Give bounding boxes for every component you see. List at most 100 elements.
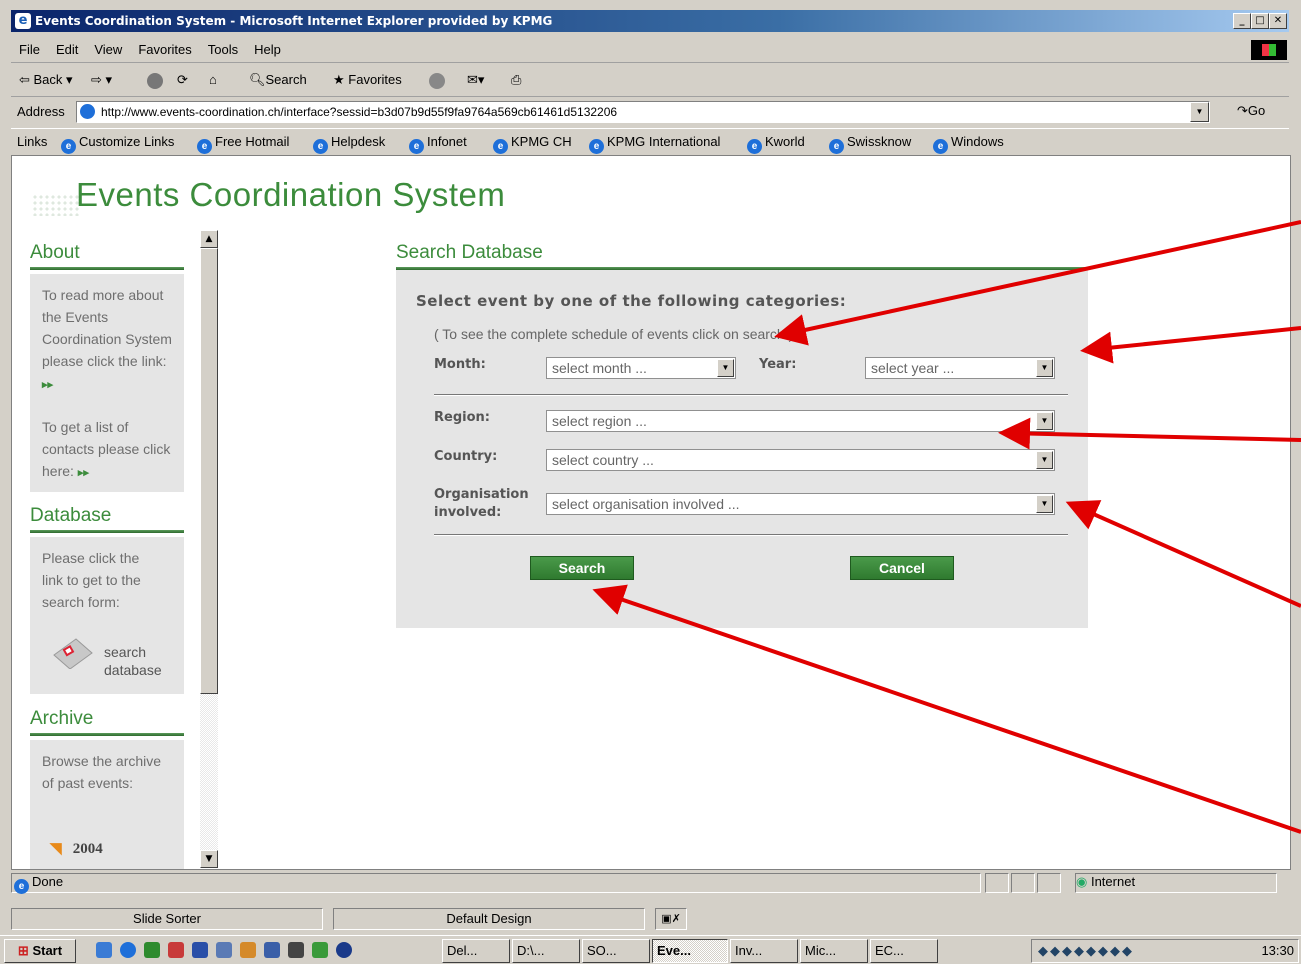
info-icon[interactable]: [336, 942, 352, 958]
menu-bar: File Edit View Favorites Tools Help: [11, 38, 1289, 63]
archive-text: Browse the archive of past events:: [42, 753, 162, 791]
search-files-icon[interactable]: [264, 942, 280, 958]
cancel-button[interactable]: Cancel: [850, 556, 954, 580]
link-customize-links[interactable]: e Customize Links: [61, 134, 174, 154]
status-cell: [1011, 873, 1035, 893]
task-ec[interactable]: EC...: [870, 939, 938, 963]
month-select[interactable]: select month ... ▼: [546, 357, 736, 379]
history-icon[interactable]: [429, 72, 448, 89]
ie-icon[interactable]: [120, 942, 136, 958]
menu-view[interactable]: View: [86, 38, 130, 62]
organisation-select[interactable]: select organisation involved ... ▼: [546, 493, 1055, 515]
refresh-icon[interactable]: ⟳: [177, 72, 188, 88]
forward-button[interactable]: ⇨ ▾: [91, 72, 112, 88]
link-kpmg-international[interactable]: e KPMG International: [589, 134, 720, 154]
address-dropdown-button[interactable]: ▼: [1190, 102, 1209, 122]
task-events[interactable]: Eve...: [652, 939, 728, 963]
spelling-icon[interactable]: ▣✗: [655, 908, 687, 930]
search-icon: 🔍︎: [249, 72, 266, 87]
archive-year-link[interactable]: ◥ 2004: [50, 838, 103, 860]
search-database-link[interactable]: search database: [104, 643, 162, 679]
menu-help[interactable]: Help: [246, 38, 289, 62]
task-del[interactable]: Del...: [442, 939, 510, 963]
close-button[interactable]: ✕: [1269, 13, 1287, 29]
country-select[interactable]: select country ... ▼: [546, 449, 1055, 471]
contacts-link-arrow-icon[interactable]: ▸▸: [78, 467, 89, 479]
database-box: Please click the link to get to the sear…: [30, 537, 184, 694]
tray-icons[interactable]: ◆◆◆◆◆◆◆◆: [1038, 943, 1134, 959]
word-icon[interactable]: [192, 942, 208, 958]
search-button[interactable]: Search: [530, 556, 634, 580]
home-icon[interactable]: ⌂: [209, 72, 217, 87]
stop-icon[interactable]: [147, 72, 166, 89]
link-helpdesk[interactable]: e Helpdesk: [313, 134, 385, 154]
maximize-button[interactable]: □: [1251, 13, 1269, 29]
status-text: Done: [32, 874, 64, 889]
scroll-up-button[interactable]: ▲: [200, 230, 218, 248]
clock-icon[interactable]: [312, 942, 328, 958]
minimize-button[interactable]: _: [1233, 13, 1251, 29]
database-rule: [30, 530, 184, 533]
clock: 13:30: [1261, 943, 1294, 958]
start-button[interactable]: ⊞ Start: [4, 939, 76, 963]
desktop-icon[interactable]: [96, 942, 112, 958]
address-url: http://www.events-coordination.ch/interf…: [101, 105, 618, 119]
ie-page-icon: e: [933, 139, 948, 154]
scroll-thumb[interactable]: [200, 248, 218, 694]
link-free-hotmail[interactable]: e Free Hotmail: [197, 134, 289, 154]
lock-icon[interactable]: [288, 942, 304, 958]
link-swissknow[interactable]: e Swissknow: [829, 134, 911, 154]
task-inv[interactable]: Inv...: [730, 939, 798, 963]
link-infonet[interactable]: e Infonet: [409, 134, 467, 154]
link-kpmg-ch[interactable]: e KPMG CH: [493, 134, 572, 154]
address-label: Address: [17, 104, 65, 119]
about-title: About: [30, 242, 80, 263]
calculator-icon[interactable]: [216, 942, 232, 958]
month-label: Month:: [434, 357, 486, 372]
link-windows[interactable]: e Windows: [933, 134, 1004, 154]
menu-edit[interactable]: Edit: [48, 38, 86, 62]
windows-logo-icon: [1251, 40, 1287, 60]
ie-page-icon: e: [313, 139, 328, 154]
mail-icon[interactable]: ✉▾: [467, 72, 484, 88]
powerpoint-icon[interactable]: [168, 942, 184, 958]
zone-box: ◉ Internet: [1075, 873, 1277, 893]
task-explorer[interactable]: D:\...: [512, 939, 580, 963]
taskbar: ⊞ Start Del... D:\... SO... Eve... Inv..…: [0, 935, 1301, 964]
scroll-down-button[interactable]: ▼: [200, 850, 218, 868]
task-mic[interactable]: Mic...: [800, 939, 868, 963]
menu-tools[interactable]: Tools: [200, 38, 246, 62]
about-link-arrow-icon[interactable]: ▸▸: [42, 379, 53, 391]
task-so[interactable]: SO...: [582, 939, 650, 963]
print-icon[interactable]: ⎙: [511, 72, 521, 88]
form-divider-bottom: [434, 534, 1068, 536]
back-button[interactable]: ⇦ Back ▾: [19, 72, 73, 88]
region-select[interactable]: select region ... ▼: [546, 410, 1055, 432]
window-title: Events Coordination System - Microsoft I…: [35, 14, 553, 28]
about-box: To read more about the Events Coordinati…: [30, 274, 184, 492]
link-kworld[interactable]: e Kworld: [747, 134, 805, 154]
chevron-down-icon: ▼: [1036, 451, 1053, 469]
system-tray: ◆◆◆◆◆◆◆◆ 13:30: [1031, 939, 1299, 963]
about-text: To read more about the Events Coordinati…: [42, 287, 172, 391]
search-database-title: Search Database: [396, 242, 543, 263]
go-button[interactable]: ↷Go: [1237, 103, 1265, 119]
archive-box: Browse the archive of past events: ◥ 200…: [30, 740, 184, 869]
database-text: Please click the link to get to the sear…: [42, 550, 141, 610]
excel-icon[interactable]: [144, 942, 160, 958]
favorites-toolbar-button[interactable]: ★ Favorites: [333, 72, 402, 88]
region-label: Region:: [434, 410, 490, 425]
database-title: Database: [30, 505, 112, 526]
window-title-bar[interactable]: e Events Coordination System - Microsoft …: [11, 10, 1289, 32]
year-select[interactable]: select year ... ▼: [865, 357, 1055, 379]
links-label: Links: [17, 134, 48, 149]
search-heading: Select event by one of the following cat…: [416, 292, 847, 310]
search-toolbar-button[interactable]: 🔍︎Search: [249, 72, 307, 88]
paint-icon[interactable]: [240, 942, 256, 958]
sidebar-scrollbar[interactable]: ▲ ▼: [200, 230, 218, 868]
search-database-icon[interactable]: [50, 635, 94, 670]
menu-file[interactable]: File: [11, 38, 48, 62]
menu-favorites[interactable]: Favorites: [130, 38, 199, 62]
address-input[interactable]: http://www.events-coordination.ch/interf…: [76, 101, 1210, 123]
ie-page-icon: e: [589, 139, 604, 154]
